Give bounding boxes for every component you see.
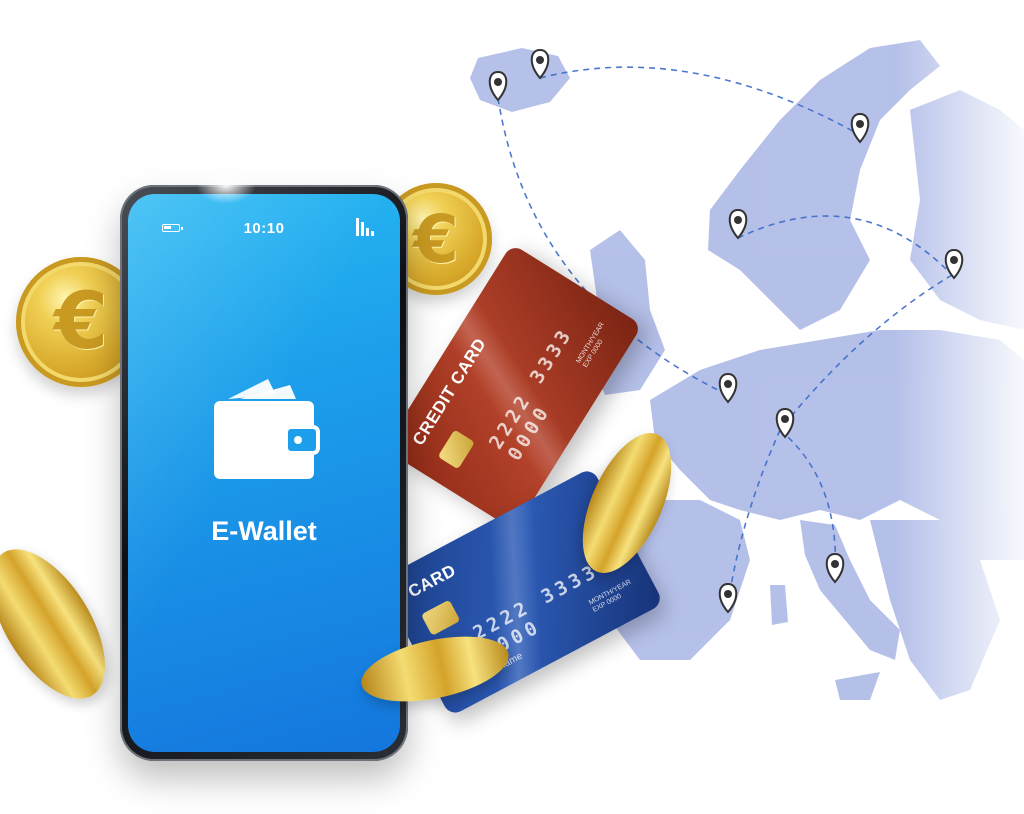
ewallet-illustration: € € CREDIT CARD 2222 3333 0000 MONTH/YEA…	[0, 0, 1024, 814]
signal-icon	[356, 218, 376, 236]
light-flare	[196, 168, 256, 204]
euro-coin-edge	[0, 530, 129, 718]
app-title: E-Wallet	[211, 516, 317, 546]
wallet-icon[interactable]	[206, 369, 324, 487]
phone-screen[interactable]: 10:10 E-Wallet	[128, 194, 400, 752]
